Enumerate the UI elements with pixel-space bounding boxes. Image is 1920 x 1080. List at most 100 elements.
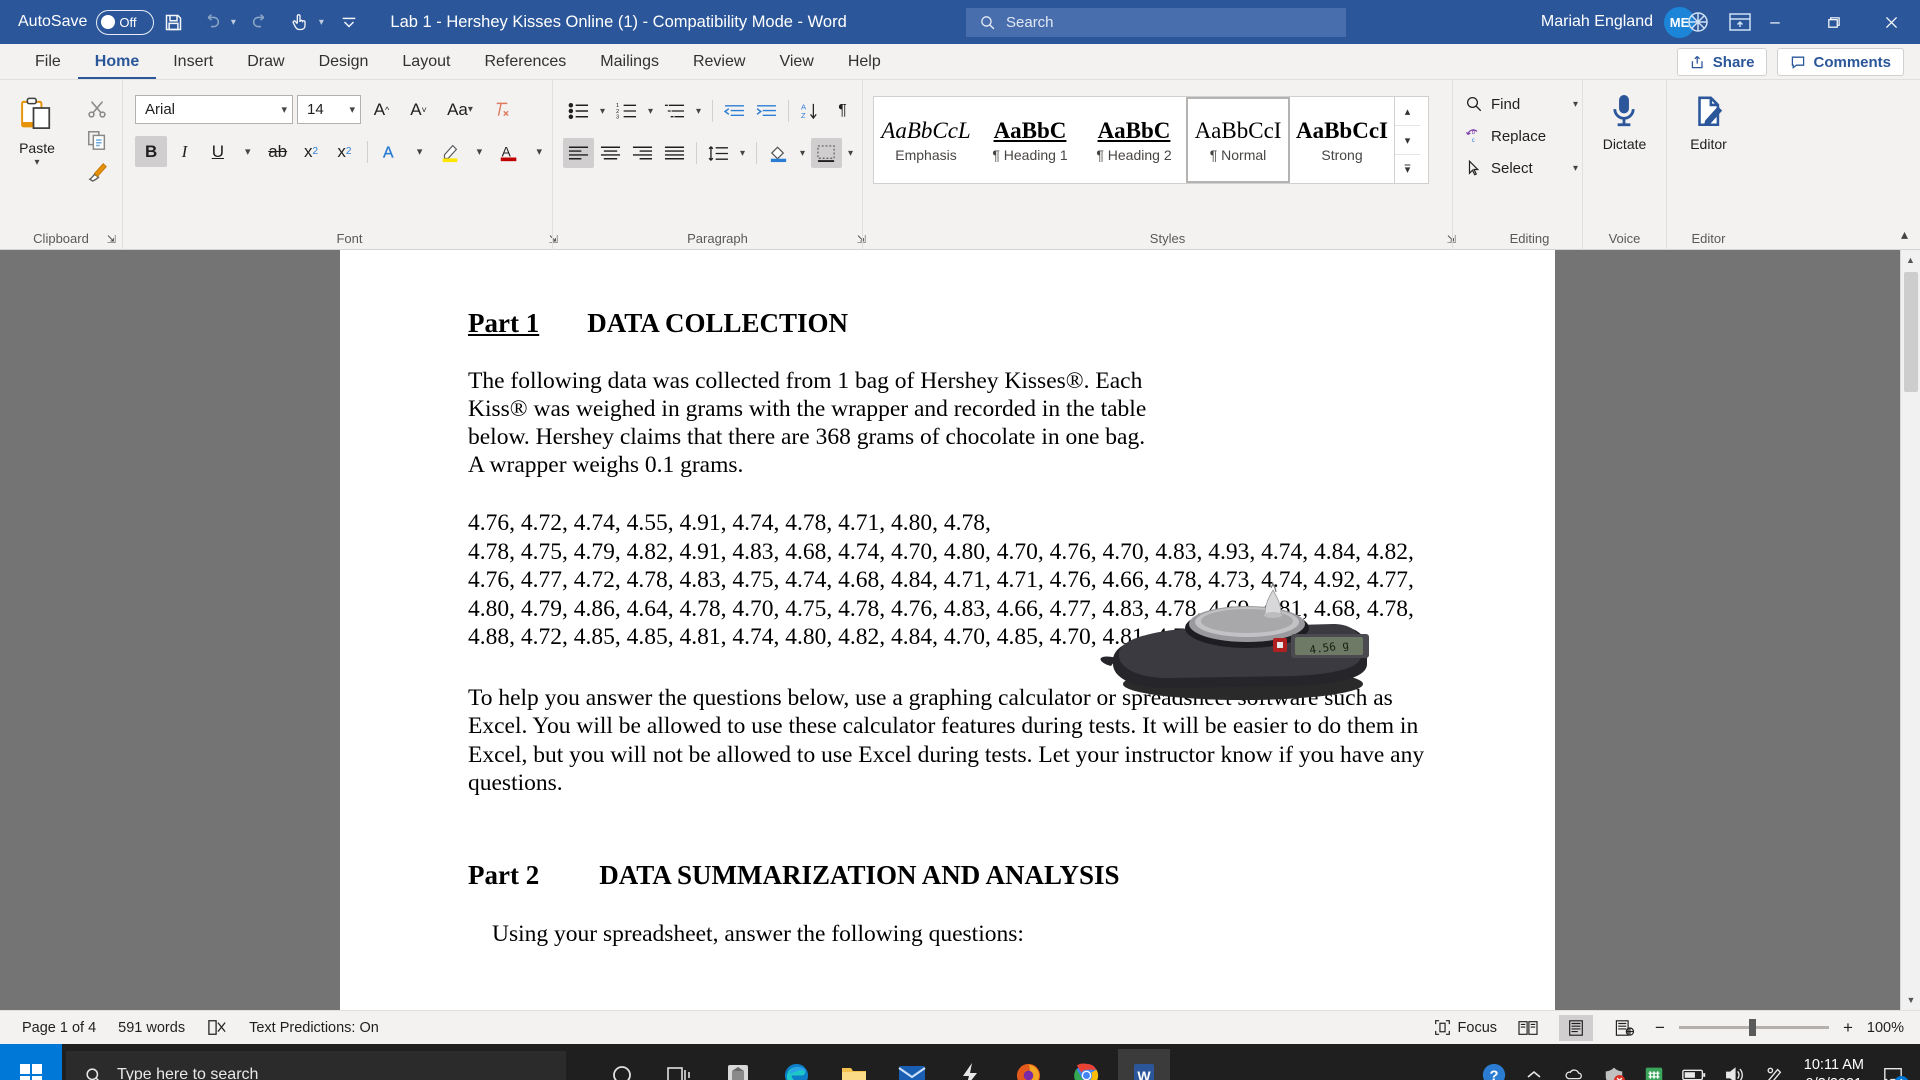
borders-button[interactable]	[811, 138, 842, 168]
font-name-combo[interactable]: Arial ▾	[135, 95, 293, 124]
font-color-dropdown-icon[interactable]: ▾	[527, 136, 552, 167]
scrollbar-thumb[interactable]	[1904, 272, 1918, 392]
comments-button[interactable]: Comments	[1777, 48, 1904, 76]
accessibility-icon[interactable]	[1686, 10, 1710, 34]
firefox-icon[interactable]	[1002, 1049, 1054, 1080]
edge-icon[interactable]	[770, 1049, 822, 1080]
shading-dropdown-icon[interactable]: ▾	[795, 138, 810, 168]
web-layout-button[interactable]	[1607, 1015, 1641, 1041]
chrome-icon[interactable]	[1060, 1049, 1112, 1080]
tab-insert[interactable]: Insert	[156, 45, 230, 79]
clipboard-dialog-launcher[interactable]: ⇲	[107, 233, 116, 246]
numbering-button[interactable]: 1 2 3	[611, 96, 642, 126]
decrease-indent-button[interactable]	[719, 96, 750, 126]
battery-icon[interactable]	[1676, 1055, 1712, 1080]
proofing-icon[interactable]	[207, 1019, 227, 1037]
word-icon[interactable]: W	[1118, 1049, 1170, 1080]
tab-file[interactable]: File	[18, 45, 78, 79]
text-predictions-status[interactable]: Text Predictions: On	[249, 1020, 379, 1036]
start-button[interactable]	[0, 1044, 62, 1080]
zoom-level[interactable]: 100%	[1867, 1020, 1904, 1036]
zoom-out-button[interactable]: −	[1655, 1018, 1665, 1038]
find-button[interactable]: Find ▾	[1465, 88, 1582, 120]
customize-qat-icon[interactable]	[330, 7, 368, 37]
justify-button[interactable]	[659, 138, 690, 168]
notifications-button[interactable]: 1	[1876, 1055, 1910, 1080]
mail-icon[interactable]	[886, 1049, 938, 1080]
strikethrough-button[interactable]: ab	[262, 136, 294, 167]
save-icon[interactable]	[154, 7, 192, 37]
sort-button[interactable]: A Z	[795, 96, 826, 126]
find-dropdown-icon[interactable]: ▾	[1573, 99, 1578, 110]
borders-dropdown-icon[interactable]: ▾	[843, 138, 858, 168]
numbering-dropdown-icon[interactable]: ▾	[643, 96, 658, 126]
subscript-button[interactable]: x2	[295, 136, 327, 167]
bold-button[interactable]: B	[135, 136, 168, 167]
align-center-button[interactable]	[595, 138, 626, 168]
italic-button[interactable]: I	[168, 136, 200, 167]
line-spacing-dropdown-icon[interactable]: ▾	[735, 138, 750, 168]
change-case-button[interactable]: Aa ▾	[439, 94, 481, 125]
underline-dropdown-icon[interactable]: ▾	[235, 136, 260, 167]
show-hidden-icons-icon[interactable]	[1516, 1055, 1552, 1080]
document-scrollbar[interactable]: ▲ ▼	[1900, 250, 1920, 1010]
collapse-ribbon-icon[interactable]: ▴	[1901, 226, 1908, 243]
tab-review[interactable]: Review	[676, 45, 762, 79]
align-right-button[interactable]	[627, 138, 658, 168]
tab-home[interactable]: Home	[77, 45, 157, 79]
zoom-slider-thumb[interactable]	[1748, 1019, 1756, 1036]
zoom-slider[interactable]	[1678, 1019, 1829, 1036]
touch-mode-dropdown-icon[interactable]: ▾	[312, 17, 330, 28]
style-strong[interactable]: AaBbCcI Strong	[1290, 97, 1394, 183]
style-heading-2[interactable]: AaBbC ¶ Heading 2	[1082, 97, 1186, 183]
cortana-icon[interactable]	[596, 1049, 648, 1080]
minimize-button[interactable]: –	[1746, 0, 1804, 44]
font-color-button[interactable]: A	[493, 136, 525, 167]
line-spacing-button[interactable]	[703, 138, 734, 168]
text-effects-button[interactable]: A	[374, 136, 406, 167]
styles-scroll-up-icon[interactable]: ▴	[1395, 97, 1420, 126]
text-effects-dropdown-icon[interactable]: ▾	[407, 136, 432, 167]
bullets-dropdown-icon[interactable]: ▾	[595, 96, 610, 126]
search-box[interactable]: Search	[966, 8, 1346, 37]
dictate-button[interactable]: Dictate	[1603, 92, 1646, 152]
tab-view[interactable]: View	[762, 45, 830, 79]
grow-font-button[interactable]: A ^	[365, 94, 398, 125]
underline-button[interactable]: U	[202, 136, 234, 167]
tab-help[interactable]: Help	[831, 45, 898, 79]
show-formatting-button[interactable]: ¶	[827, 96, 858, 126]
focus-button[interactable]: Focus	[1434, 1019, 1497, 1036]
bullets-button[interactable]	[563, 96, 594, 126]
select-button[interactable]: Select ▾	[1465, 152, 1582, 184]
copy-button[interactable]	[86, 129, 108, 151]
page-indicator[interactable]: Page 1 of 4	[22, 1020, 96, 1036]
print-layout-button[interactable]	[1559, 1014, 1594, 1041]
clear-formatting-button[interactable]	[485, 94, 518, 125]
font-size-combo[interactable]: 14 ▾	[297, 95, 361, 124]
autosave-control[interactable]: AutoSave Off	[18, 9, 155, 35]
paste-button[interactable]: Paste ▾	[0, 88, 74, 250]
style-heading-1[interactable]: AaBbC ¶ Heading 1	[978, 97, 1082, 183]
antivirus-icon[interactable]	[1596, 1055, 1632, 1080]
clock[interactable]: 10:11 AM 9/3/2021	[1804, 1056, 1864, 1080]
scroll-up-icon[interactable]: ▲	[1901, 250, 1920, 270]
superscript-button[interactable]: x2	[328, 136, 360, 167]
store-icon[interactable]	[712, 1049, 764, 1080]
onedrive-icon[interactable]	[1556, 1055, 1592, 1080]
taskbar-search[interactable]: Type here to search	[66, 1051, 566, 1080]
update-icon[interactable]	[1636, 1055, 1672, 1080]
tab-references[interactable]: References	[467, 45, 583, 79]
highlight-button[interactable]	[433, 136, 465, 167]
tab-mailings[interactable]: Mailings	[583, 45, 676, 79]
highlight-dropdown-icon[interactable]: ▾	[467, 136, 492, 167]
help-icon[interactable]: ?	[1476, 1055, 1512, 1080]
styles-more-icon[interactable]: ▾̅	[1395, 155, 1420, 183]
scroll-down-icon[interactable]: ▼	[1901, 990, 1920, 1010]
word-count[interactable]: 591 words	[118, 1020, 185, 1036]
undo-dropdown-icon[interactable]: ▾	[224, 17, 242, 28]
user-account[interactable]: Mariah England ME	[1541, 0, 1695, 44]
pen-menu-icon[interactable]	[1756, 1055, 1792, 1080]
tab-layout[interactable]: Layout	[385, 45, 467, 79]
redo-icon[interactable]	[242, 7, 280, 37]
align-left-button[interactable]	[563, 138, 594, 168]
